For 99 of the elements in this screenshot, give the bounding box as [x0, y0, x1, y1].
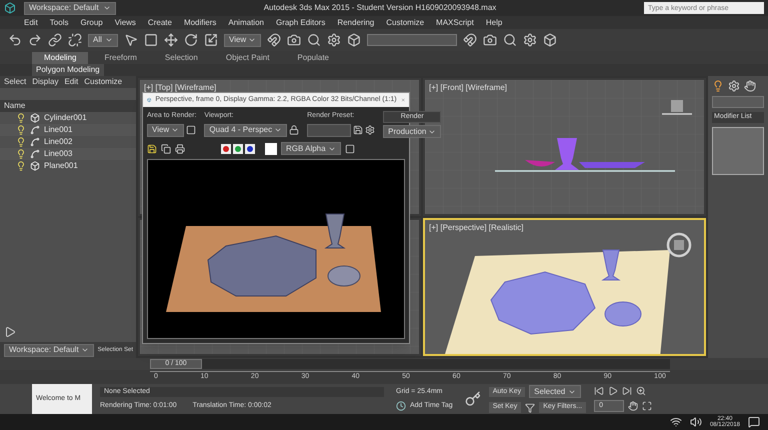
menu-item[interactable]: Create [148, 16, 172, 28]
spline-icon [30, 149, 40, 159]
filter-icon[interactable] [525, 402, 536, 412]
area-dropdown[interactable]: View [147, 124, 184, 136]
copy-icon[interactable] [161, 144, 171, 154]
menu-item[interactable]: Tools [50, 16, 68, 28]
viewport-label[interactable]: [+] [Top] [Wireframe] [144, 82, 216, 94]
link-icon[interactable] [48, 33, 62, 47]
ribbon-panel-label[interactable]: Polygon Modeling [32, 64, 104, 76]
name-field[interactable] [712, 96, 764, 108]
scale-icon[interactable] [204, 33, 218, 47]
explorer-menu-item[interactable]: Edit [64, 76, 78, 88]
undo-icon[interactable] [8, 33, 22, 47]
cube-icon[interactable] [543, 33, 558, 47]
settings-icon[interactable] [365, 125, 376, 135]
menu-item[interactable]: Views [114, 16, 136, 28]
menu-item[interactable]: Customize [386, 16, 424, 28]
caret-icon [171, 126, 180, 134]
save-icon[interactable] [353, 125, 364, 135]
workspace-dropdown[interactable]: Workspace: Default [4, 344, 94, 356]
lightbulb-icon[interactable] [16, 113, 26, 123]
scene-object-item[interactable]: Line001 [0, 124, 136, 136]
lightbulb-icon[interactable] [16, 137, 26, 147]
caret-icon [248, 36, 256, 44]
object-icon [30, 113, 40, 123]
selection-filter-dropdown[interactable]: All [88, 34, 118, 46]
channel-dropdown[interactable]: RGB Alpha [281, 142, 341, 155]
explorer-menu-item[interactable]: Customize [84, 76, 122, 88]
ribbon-tab[interactable]: Modeling [32, 52, 88, 64]
settings-icon[interactable] [523, 33, 538, 47]
magnet-icon[interactable] [267, 33, 282, 47]
save-icon[interactable] [147, 144, 157, 154]
viewport-label[interactable]: [+] [Front] [Wireframe] [429, 82, 508, 94]
viewport-dropdown[interactable]: Quad 4 - Perspec [204, 124, 288, 136]
magnet-icon[interactable] [463, 33, 478, 47]
app-icon[interactable] [4, 2, 16, 14]
camera-icon[interactable] [483, 33, 498, 47]
ribbon-tab[interactable]: Object Paint [214, 52, 282, 64]
menu-item[interactable]: Help [486, 16, 502, 28]
unlink-icon[interactable] [68, 33, 82, 47]
viewcube-icon [666, 232, 692, 258]
key-icon[interactable] [464, 391, 481, 407]
menu-item[interactable]: Group [80, 16, 103, 28]
rotate-icon[interactable] [184, 33, 198, 47]
search-icon[interactable] [503, 33, 518, 47]
redo-icon[interactable] [28, 33, 42, 47]
next-frame-icon[interactable] [622, 386, 632, 396]
pointer-icon[interactable] [124, 33, 138, 47]
camera-icon[interactable] [287, 33, 302, 47]
menu-item[interactable]: Edit [24, 16, 38, 28]
menu-item[interactable]: Graph Editors [276, 16, 326, 28]
color-swatch[interactable] [265, 142, 277, 154]
spline-icon [30, 125, 40, 135]
named-selection-field[interactable] [367, 34, 458, 46]
cube-icon[interactable] [347, 33, 362, 47]
menu-item[interactable]: Rendering [337, 16, 374, 28]
key-mode-dropdown[interactable]: Selected [529, 385, 582, 398]
app-icon [147, 95, 152, 105]
caret-icon [274, 126, 282, 134]
scene-object-item[interactable]: Line003 [0, 148, 136, 160]
play-icon[interactable] [608, 386, 618, 396]
play-icon[interactable] [4, 326, 16, 338]
rectangle-icon[interactable] [144, 33, 158, 47]
caret-icon [105, 36, 113, 44]
caret-icon [103, 4, 111, 12]
workspace-dropdown[interactable]: Workspace: Default [24, 2, 116, 14]
ribbon-tab[interactable]: Populate [285, 52, 342, 64]
ribbon-tab[interactable]: Freeform [92, 52, 149, 64]
settings-icon[interactable] [327, 33, 342, 47]
explorer-menu-item[interactable]: Display [32, 76, 58, 88]
previous-frame-icon[interactable] [594, 386, 604, 396]
menu-item[interactable]: MAXScript [436, 16, 474, 28]
clock-icon[interactable] [396, 401, 406, 412]
spline-icon [30, 137, 40, 147]
maximize-icon[interactable] [642, 401, 652, 411]
explorer-menu-item[interactable]: Select [4, 76, 26, 88]
column-header[interactable]: Name [0, 100, 136, 112]
object-icon [30, 161, 40, 171]
viewcube-icon [662, 100, 692, 116]
caret-icon [80, 346, 89, 354]
menu-item[interactable]: Animation [228, 16, 264, 28]
lock-icon[interactable] [289, 125, 300, 135]
render-mode-dropdown[interactable]: Production [383, 125, 442, 138]
print-icon[interactable] [175, 144, 185, 154]
ribbon-tab[interactable]: Selection [152, 52, 210, 64]
lightbulb-icon[interactable] [16, 149, 26, 159]
search-icon[interactable] [307, 33, 322, 47]
window-title: Autodesk 3ds Max 2015 - Student Version H1609020093948.max [262, 2, 498, 14]
menu-item[interactable]: Modifiers [184, 16, 216, 28]
pan-icon[interactable] [628, 401, 638, 411]
reference-coordinate-dropdown[interactable]: View [224, 34, 262, 46]
viewport-label[interactable]: [+] [Perspective] [Realistic] [429, 222, 524, 234]
zoom-icon[interactable] [636, 386, 646, 396]
viewport[interactable]: [+] [Perspective] [Realistic] [423, 218, 706, 356]
lightbulb-icon[interactable] [16, 161, 26, 171]
move-icon[interactable] [164, 33, 178, 47]
notification-icon[interactable] [748, 416, 760, 428]
volume-icon[interactable] [690, 416, 702, 428]
lightbulb-icon[interactable] [16, 125, 26, 135]
